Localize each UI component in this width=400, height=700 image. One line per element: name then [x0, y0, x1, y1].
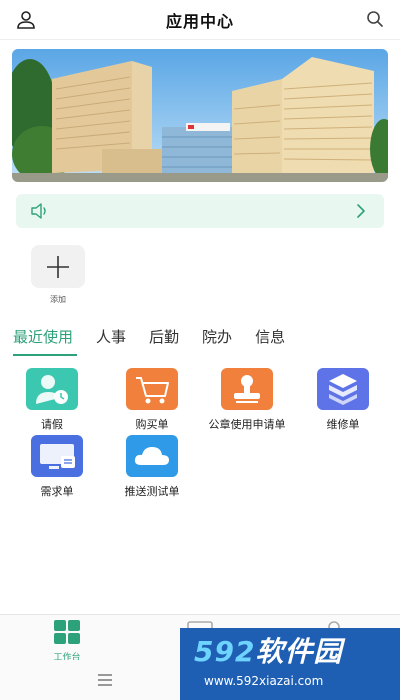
app-label: 维修单 [326, 418, 360, 431]
tab-information[interactable]: 信息 [255, 327, 285, 349]
watermark-url: www.592xiazai.com [204, 674, 324, 688]
plus-icon [47, 256, 69, 278]
chevron-right-icon[interactable] [356, 204, 366, 218]
grid-icon [54, 620, 80, 644]
speaker-icon [31, 203, 46, 219]
add-app-button[interactable] [31, 245, 85, 288]
site-watermark: 592软件园 www.592xiazai.com [180, 628, 400, 700]
watermark-text: 软件园 [255, 635, 343, 668]
nav-workbench[interactable]: 工作台 [27, 620, 107, 663]
search-icon[interactable] [366, 10, 384, 28]
app-label: 推送测试单 [124, 485, 180, 498]
announcement-bar[interactable] [16, 194, 384, 228]
tab-personnel[interactable]: 人事 [96, 327, 126, 349]
tab-hospital-office[interactable]: 院办 [202, 327, 232, 349]
tab-recent[interactable]: 最近使用 [13, 327, 73, 349]
repair-icon [317, 368, 369, 410]
monitor-icon [31, 435, 83, 477]
hospital-building-image [12, 49, 388, 182]
page-title: 应用中心 [165, 11, 234, 31]
cart-icon [126, 368, 178, 410]
tab-logistics[interactable]: 后勤 [149, 327, 179, 349]
app-header: 应用中心 [0, 0, 400, 40]
stamp-icon [221, 368, 273, 410]
user-icon[interactable] [16, 10, 36, 30]
cloud-icon [126, 435, 178, 477]
menu-icon[interactable] [97, 673, 113, 687]
leave-icon [26, 368, 78, 410]
watermark-brand: 592软件园 [194, 630, 342, 670]
watermark-number: 592 [194, 635, 256, 668]
add-app-label: 添加 [50, 295, 66, 304]
category-tabs: 最近使用 人事 后勤 院办 信息 [13, 327, 308, 349]
active-tab-indicator [13, 354, 77, 356]
hospital-banner[interactable] [12, 49, 388, 182]
